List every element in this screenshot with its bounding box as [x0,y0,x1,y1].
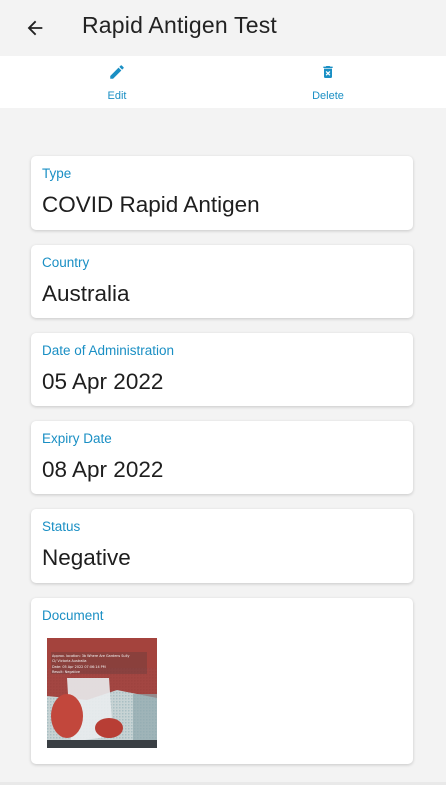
edit-button[interactable]: Edit [77,62,157,102]
app-bar: Rapid Antigen Test [0,0,446,56]
type-card: Type COVID Rapid Antigen [31,156,413,230]
country-label: Country [42,255,90,270]
country-card: Country Australia [31,245,413,318]
document-thumbnail[interactable]: Approx. location: 3b Where Are Gardens S… [47,638,157,748]
expiry-date-label: Expiry Date [42,431,112,446]
screen: Rapid Antigen Test Edit Delete Type COVI… [0,0,446,785]
document-card: Document Approx. location: 3b Where Are … [31,598,413,764]
expiry-date-card: Expiry Date 08 Apr 2022 [31,421,413,494]
edit-label: Edit [107,90,127,102]
country-value: Australia [42,281,130,306]
status-value: Negative [42,545,131,570]
date-of-administration-label: Date of Administration [42,343,175,358]
test-photo-image: Approx. location: 3b Where Are Gardens S… [47,638,157,748]
date-of-administration-card: Date of Administration 05 Apr 2022 [31,333,413,406]
arrow-left-icon [27,20,43,36]
delete-label: Delete [312,90,344,102]
delete-button[interactable]: Delete [288,62,368,102]
thumbnail-caption-line-1: Approx. location: 3b Where Are Gardens S… [52,654,129,658]
back-button[interactable] [20,13,50,43]
status-card: Status Negative [31,509,413,583]
thumbnail-caption-line-4: Result: Negative [52,670,80,674]
thumbnail-caption-line-3: Date: 05 Apr 2022 07:06:14 PM [52,665,106,669]
trash-icon [318,62,338,82]
thumbnail-caption-line-2: Cl/ Victoria Australia [52,659,86,663]
action-bar: Edit Delete [0,56,446,108]
document-label: Document [42,608,104,623]
type-value: COVID Rapid Antigen [42,192,260,217]
type-label: Type [42,166,72,181]
expiry-date-value: 08 Apr 2022 [42,457,164,482]
pencil-icon [107,62,127,82]
date-of-administration-value: 05 Apr 2022 [42,369,164,394]
page-title: Rapid Antigen Test [82,12,277,38]
status-label: Status [42,519,81,534]
